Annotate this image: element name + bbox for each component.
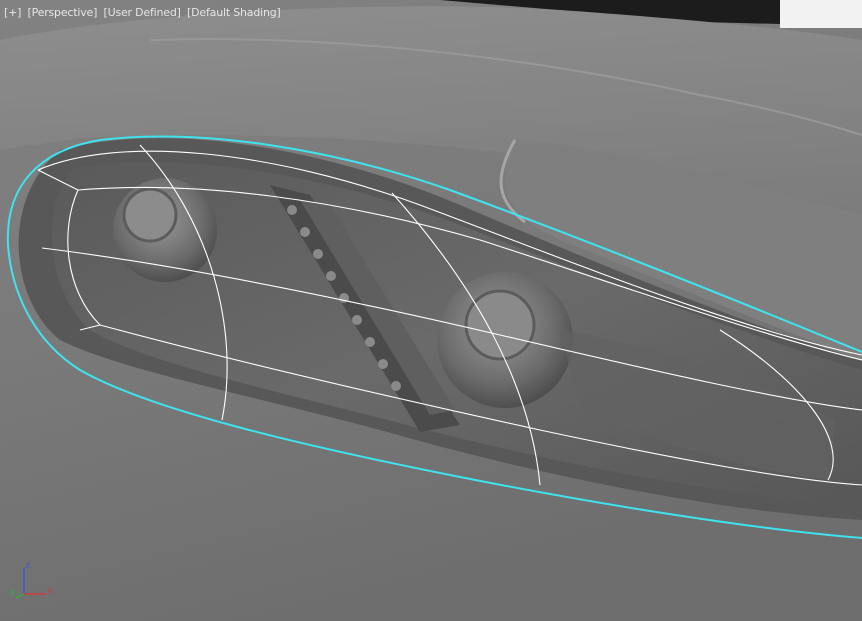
background-light-area [780,0,862,28]
viewport-camera-label[interactable]: [User Defined] [104,6,181,19]
viewport-shading-label[interactable]: [Default Shading] [187,6,281,19]
led-dot [378,359,388,369]
scene-canvas[interactable] [0,0,862,621]
viewport-view-label[interactable]: [Perspective] [28,6,98,19]
led-dot [326,271,336,281]
led-dot [352,315,362,325]
y-axis-line [15,593,25,599]
led-dot [300,227,310,237]
y-axis-label: y [10,587,16,597]
x-axis-label: x [47,586,53,596]
z-axis-label: z [25,561,31,571]
projector-bulb-left-inner [122,187,178,243]
perspective-viewport[interactable]: [+] [Perspective] [User Defined] [Defaul… [0,0,862,621]
led-dot [313,249,323,259]
led-dot [365,337,375,347]
led-dot [391,381,401,391]
led-dot [287,205,297,215]
viewport-menu-plus[interactable]: [+] [4,6,21,19]
viewport-label: [+] [Perspective] [User Defined] [Defaul… [4,6,284,19]
axis-tripod-icon: z y x [10,560,60,604]
